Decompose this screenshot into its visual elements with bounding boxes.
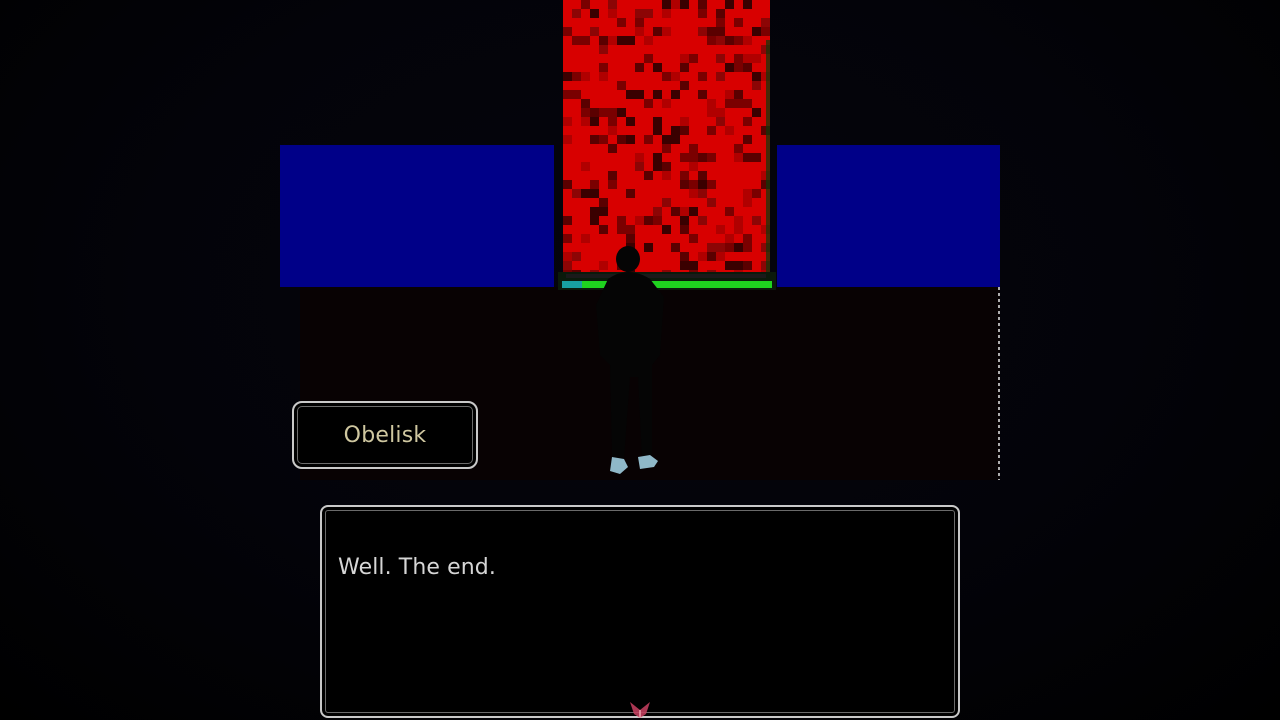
- speaker-name: Obelisk: [343, 422, 427, 448]
- shoe-right: [638, 455, 658, 469]
- floor-edge: [998, 287, 1000, 480]
- player-character: [596, 246, 664, 474]
- speaker-name-box: Obelisk: [292, 401, 478, 469]
- dialogue-box[interactable]: Well. The end.: [320, 505, 960, 718]
- blue-wall-left: [280, 145, 554, 287]
- shoe-left: [610, 457, 628, 474]
- blue-wall-right: [777, 145, 1000, 287]
- game-screen: Obelisk Well. The end.: [0, 0, 1280, 720]
- advance-indicator-icon[interactable]: [626, 696, 654, 720]
- dialogue-text: Well. The end.: [338, 555, 496, 580]
- obelisk-pillar[interactable]: [563, 0, 770, 280]
